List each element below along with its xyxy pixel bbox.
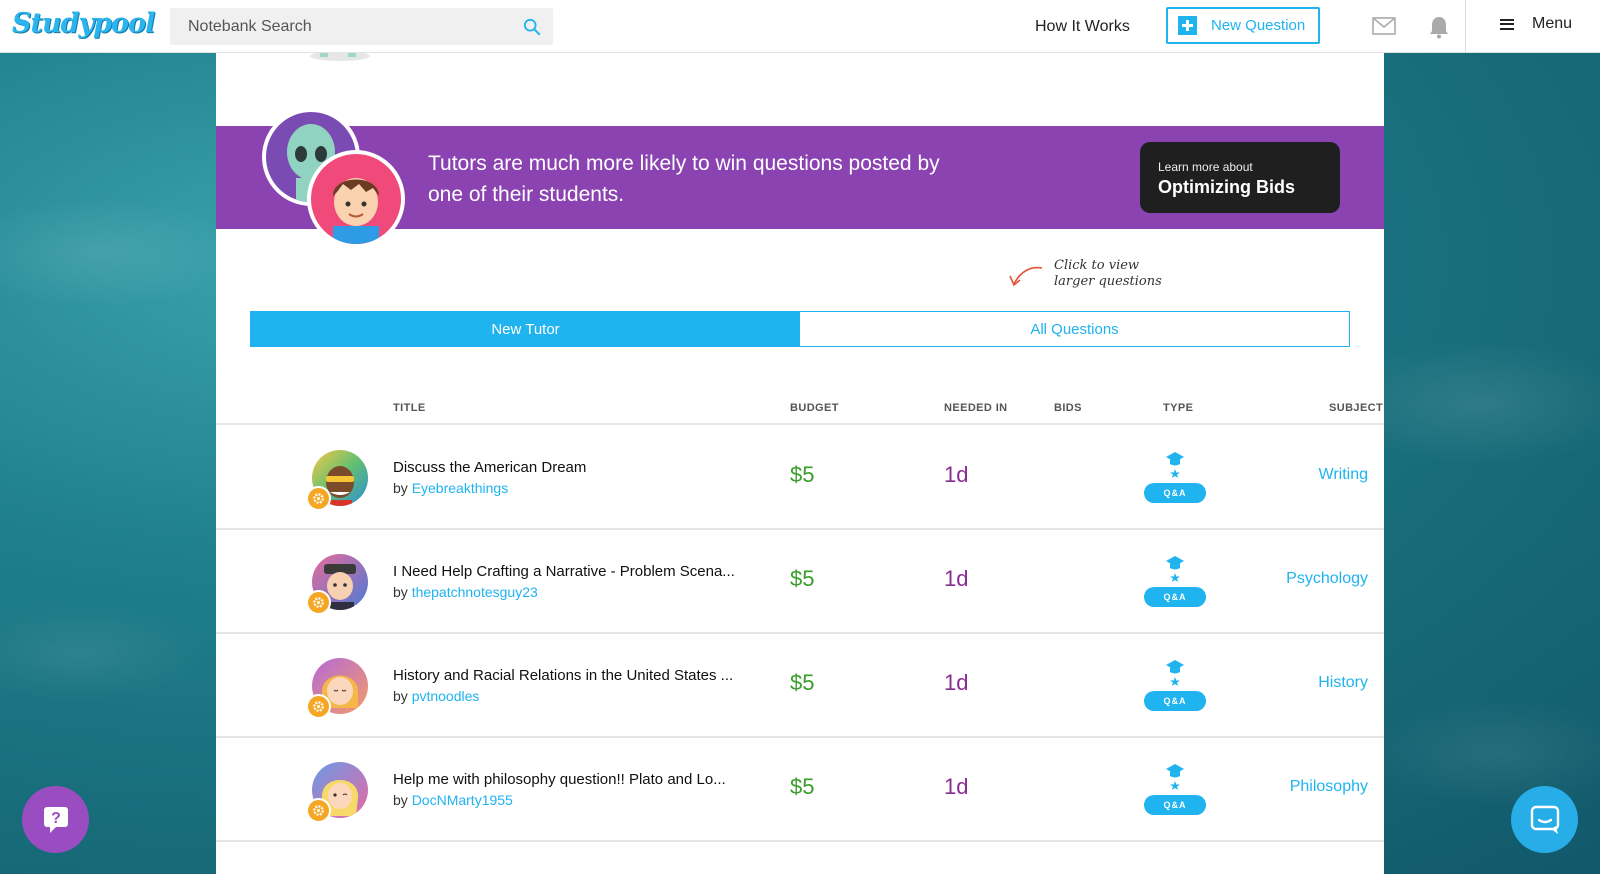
table-row[interactable]: History and Racial Relations in the Unit… <box>216 634 1384 738</box>
gear-icon <box>306 486 331 511</box>
optimize-small-text: Learn more about <box>1158 160 1253 174</box>
optimizing-bids-button[interactable]: Learn more about Optimizing Bids <box>1140 142 1340 213</box>
boy-avatar <box>307 150 405 248</box>
subject-link[interactable]: Psychology <box>1286 570 1368 588</box>
menu-button[interactable]: Menu <box>1500 15 1572 33</box>
mascot-peek <box>310 53 370 61</box>
plus-icon <box>1178 16 1197 35</box>
search-icon[interactable] <box>523 18 541 36</box>
nav-divider <box>1465 0 1466 53</box>
question-title[interactable]: Discuss the American Dream <box>393 459 773 476</box>
hamburger-icon <box>1500 18 1514 30</box>
question-title[interactable]: History and Racial Relations in the Unit… <box>393 667 773 684</box>
gear-icon <box>306 798 331 823</box>
gear-icon <box>306 694 331 719</box>
graduation-cap-icon <box>1166 452 1184 478</box>
budget-value: $5 <box>790 462 815 487</box>
studypool-logo[interactable]: Studypool <box>12 8 155 39</box>
author-link[interactable]: Eyebreakthings <box>412 480 509 496</box>
table-header: TITLE BUDGET NEEDED IN BIDS TYPE SUBJECT <box>216 397 1384 425</box>
header-budget[interactable]: BUDGET <box>790 402 839 414</box>
author-link[interactable]: DocNMarty1955 <box>412 792 513 808</box>
subject-link[interactable]: Writing <box>1319 466 1369 484</box>
author-link[interactable]: pvtnoodles <box>412 688 480 704</box>
main-panel: Tutors are much more likely to win quest… <box>216 53 1384 874</box>
search-box <box>170 8 553 45</box>
needed-in-value: 1d <box>944 462 969 487</box>
table-row[interactable]: I Need Help Crafting a Narrative - Probl… <box>216 530 1384 634</box>
type-badge: Q&A <box>1144 795 1206 815</box>
type-badge: Q&A <box>1144 587 1206 607</box>
hint-arrow-icon <box>1009 266 1043 287</box>
type-badge: Q&A <box>1144 483 1206 503</box>
new-question-label: New Question <box>1211 17 1306 34</box>
graduation-cap-icon <box>1166 764 1184 790</box>
chat-button[interactable] <box>1511 786 1578 853</box>
banner-message: Tutors are much more likely to win quest… <box>428 152 940 206</box>
header-title[interactable]: TITLE <box>393 402 426 414</box>
gear-icon <box>306 590 331 615</box>
mail-icon[interactable] <box>1372 17 1396 35</box>
question-title[interactable]: I Need Help Crafting a Narrative - Probl… <box>393 563 773 580</box>
menu-label: Menu <box>1532 15 1573 32</box>
budget-value: $5 <box>790 566 815 591</box>
budget-value: $5 <box>790 774 815 799</box>
author-link[interactable]: thepatchnotesguy23 <box>412 584 538 600</box>
question-tabs: New Tutor All Questions <box>250 311 1350 347</box>
needed-in-value: 1d <box>944 670 969 695</box>
tab-all-questions[interactable]: All Questions <box>800 312 1349 346</box>
budget-value: $5 <box>790 670 815 695</box>
table-row[interactable]: Discuss the American Dream by Eyebreakth… <box>216 426 1384 530</box>
question-author: by pvtnoodles <box>393 688 480 704</box>
question-title[interactable]: Help me with philosophy question!! Plato… <box>393 771 773 788</box>
chat-icon <box>1530 805 1559 834</box>
header-needed-in[interactable]: NEEDED IN <box>944 402 1008 414</box>
search-input[interactable] <box>170 8 510 45</box>
needed-in-value: 1d <box>944 774 969 799</box>
graduation-cap-icon <box>1166 556 1184 582</box>
needed-in-value: 1d <box>944 566 969 591</box>
graduation-cap-icon <box>1166 660 1184 686</box>
new-question-button[interactable]: New Question <box>1166 7 1320 44</box>
question-author: by thepatchnotesguy23 <box>393 584 538 600</box>
table-row[interactable]: Help me with philosophy question!! Plato… <box>216 738 1384 842</box>
type-badge: Q&A <box>1144 691 1206 711</box>
svg-text:?: ? <box>51 810 61 827</box>
top-nav: Studypool How It Works New Question Menu <box>0 0 1600 53</box>
optimize-big-text: Optimizing Bids <box>1158 177 1295 197</box>
question-author: by Eyebreakthings <box>393 480 509 496</box>
help-button[interactable]: ? <box>22 786 89 853</box>
header-bids[interactable]: BIDS <box>1054 402 1082 414</box>
bell-icon[interactable] <box>1428 15 1450 39</box>
subject-link[interactable]: History <box>1318 674 1368 692</box>
header-type[interactable]: TYPE <box>1163 402 1193 414</box>
subject-link[interactable]: Philosophy <box>1290 778 1368 796</box>
tab-new-tutor[interactable]: New Tutor <box>251 312 800 346</box>
question-author: by DocNMarty1955 <box>393 792 513 808</box>
header-subject[interactable]: SUBJECT <box>1329 402 1383 414</box>
hint-text: Click to view larger questions <box>1054 258 1162 289</box>
how-it-works-link[interactable]: How It Works <box>1035 18 1130 36</box>
click-hint: Click to view larger questions <box>1006 258 1206 298</box>
help-icon: ? <box>43 806 68 833</box>
